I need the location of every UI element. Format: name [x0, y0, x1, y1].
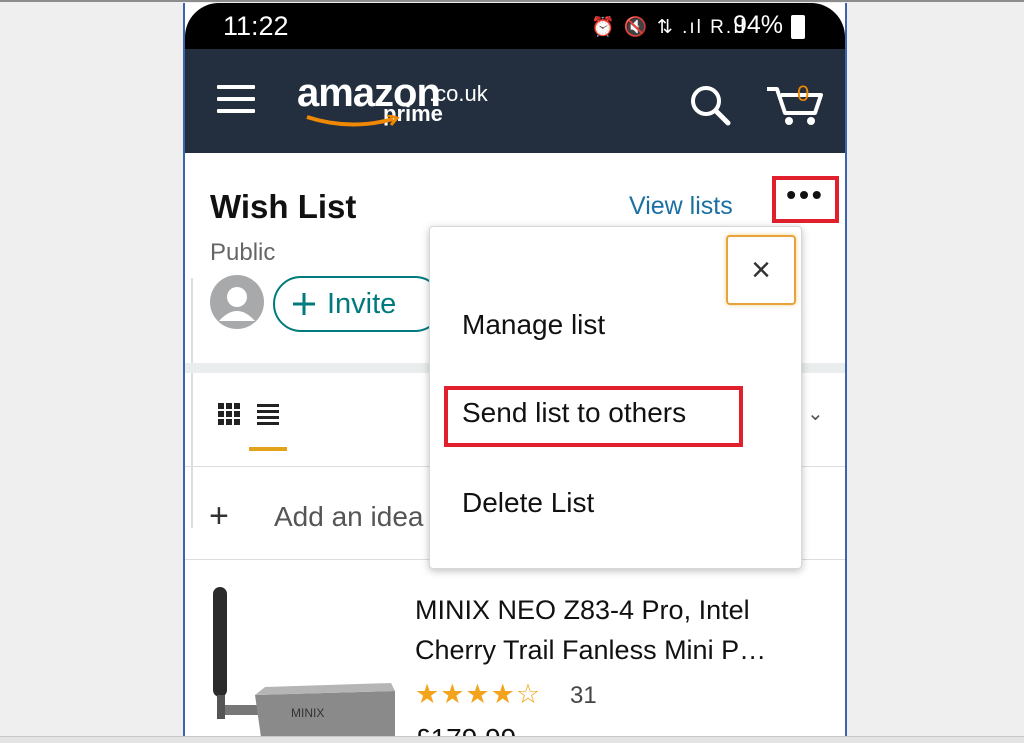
smile-arrow-icon [306, 115, 400, 127]
divider [191, 278, 193, 528]
grid-view-icon[interactable] [218, 403, 240, 430]
product-image[interactable]: MINIX [205, 587, 395, 736]
star-rating: ★★★★☆ [415, 679, 542, 709]
product-title[interactable]: MINIX NEO Z83-4 Pro, Intel Cherry Trail … [415, 590, 835, 670]
menu-icon[interactable] [217, 85, 255, 115]
battery-percent: 94% [733, 11, 784, 39]
window-top-border [0, 0, 1024, 2]
svg-text:MINIX: MINIX [291, 706, 324, 720]
invite-button[interactable]: Invite [273, 276, 443, 332]
amazon-logo[interactable]: amazon .co.uk prime [297, 71, 488, 127]
view-lists-link[interactable]: View lists [629, 192, 733, 221]
ellipsis-icon: ••• [786, 178, 825, 210]
privacy-label: Public [210, 239, 276, 266]
status-bar: 11:22 ⏰ 🔇 ⇅ .ıl R.ıl 94% [185, 3, 845, 49]
phone-screen: 11:22 ⏰ 🔇 ⇅ .ıl R.ıl 94% amazon .co.uk p… [183, 3, 847, 736]
list-view-icon[interactable] [257, 403, 279, 430]
more-options-button[interactable]: ••• [772, 176, 839, 223]
top-nav-bar: amazon .co.uk prime 0 [185, 49, 845, 153]
add-icon[interactable]: + [209, 497, 229, 536]
menu-item-send-list[interactable]: Send list to others [462, 397, 686, 429]
cart-count: 0 [797, 81, 810, 106]
list-options-menu: × Manage list Send list to others Delete… [429, 226, 802, 569]
invite-label: Invite [327, 287, 397, 320]
plus-icon [293, 293, 315, 315]
status-icons: ⏰ 🔇 ⇅ .ıl R.ıl [591, 17, 747, 38]
user-icon [219, 287, 255, 321]
avatar [210, 275, 264, 329]
review-count[interactable]: 31 [570, 682, 597, 710]
chevron-down-icon[interactable]: ⌄ [807, 401, 824, 426]
active-view-indicator [249, 447, 287, 451]
search-icon[interactable] [688, 83, 732, 132]
cart-icon[interactable]: 0 [765, 79, 825, 132]
battery-icon [791, 15, 805, 39]
menu-item-delete-list[interactable]: Delete List [462, 487, 594, 519]
menu-item-manage-list[interactable]: Manage list [462, 309, 605, 341]
page-title: Wish List [210, 188, 357, 225]
add-idea-button[interactable]: Add an idea [274, 501, 423, 533]
status-time: 11:22 [223, 11, 289, 41]
close-icon[interactable]: × [726, 235, 796, 305]
product-price: £179.99 [415, 723, 516, 736]
